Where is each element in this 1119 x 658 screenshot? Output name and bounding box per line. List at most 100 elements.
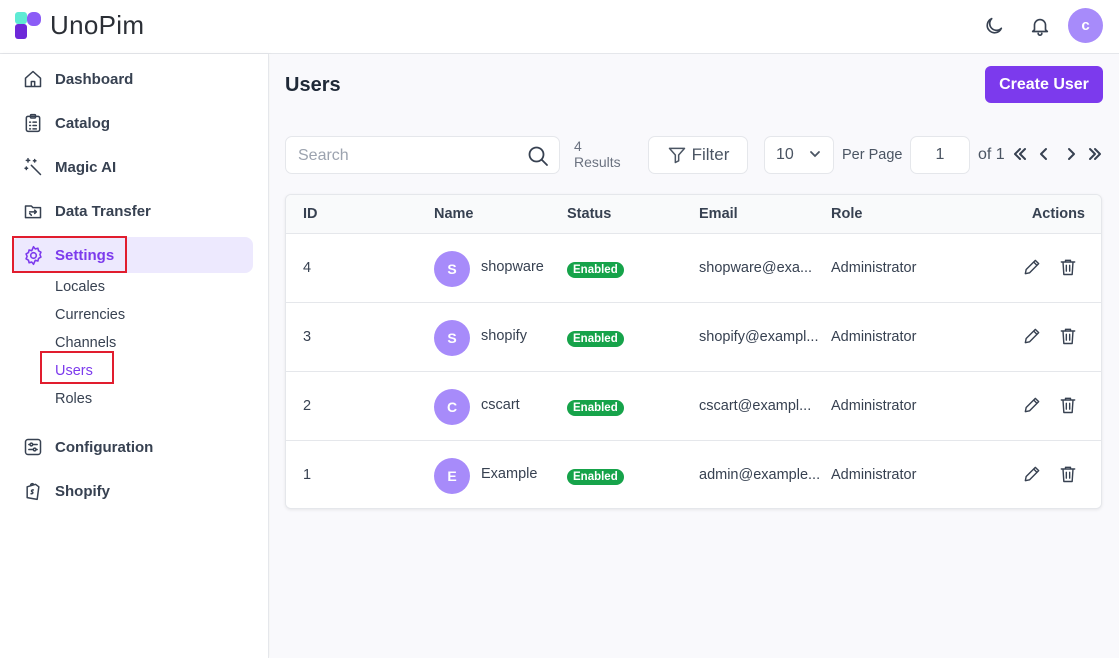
shopify-bag-icon [22, 480, 44, 502]
per-page-value: 10 [776, 146, 794, 163]
sidebar-subitem-roles[interactable]: Roles [55, 391, 92, 407]
user-name: shopware [481, 259, 544, 275]
user-email: shopware@exa... [699, 260, 813, 276]
column-header-name[interactable]: Name [434, 206, 474, 222]
sidebar-item-dashboard[interactable]: Dashboard [12, 61, 253, 97]
delete-icon[interactable] [1057, 394, 1079, 416]
sidebar-subitem-users[interactable]: Users [55, 363, 93, 379]
user-role: Administrator [831, 398, 917, 414]
sidebar-subitem-currencies[interactable]: Currencies [55, 307, 125, 323]
moon-icon[interactable] [981, 13, 1007, 39]
create-user-button[interactable]: Create User [985, 66, 1103, 103]
per-page-select[interactable]: 10 [764, 136, 834, 174]
avatar: E [434, 458, 470, 494]
user-role: Administrator [831, 467, 917, 483]
user-name: Example [481, 466, 538, 482]
avatar: S [434, 251, 470, 287]
user-email: admin@example... [699, 467, 821, 483]
search-icon[interactable] [526, 144, 550, 173]
first-page-icon[interactable] [1012, 146, 1028, 162]
sidebar-item-magic-ai[interactable]: Magic AI [12, 149, 253, 185]
user-role: Administrator [831, 260, 917, 276]
delete-icon[interactable] [1057, 256, 1079, 278]
previous-page-icon[interactable] [1036, 146, 1052, 162]
filter-button[interactable]: Filter [648, 136, 748, 174]
clipboard-list-icon [22, 112, 44, 134]
column-header-actions: Actions [1031, 206, 1085, 222]
home-icon [22, 68, 44, 90]
results-count: 4 Results [574, 138, 621, 170]
table-row: 1 E Example Enabled admin@example... Adm… [286, 441, 1101, 508]
last-page-icon[interactable] [1087, 146, 1103, 162]
sidebar-item-settings[interactable]: Settings [12, 237, 253, 273]
unopim-logo-icon [15, 11, 41, 39]
edit-icon[interactable] [1021, 325, 1043, 347]
user-name: shopify [481, 328, 527, 344]
top-header: UnoPim c [0, 0, 1119, 54]
status-badge: Enabled [567, 400, 624, 416]
results-label: Results [574, 154, 621, 170]
user-avatar[interactable]: c [1068, 8, 1103, 43]
edit-icon[interactable] [1021, 463, 1043, 485]
table-row: 3 S shopify Enabled shopify@exampl... Ad… [286, 303, 1101, 372]
user-id: 3 [303, 329, 312, 345]
main-content: Users Create User Search 4 Results Filte… [270, 54, 1119, 658]
avatar: C [434, 389, 470, 425]
bell-icon[interactable] [1027, 13, 1053, 39]
users-table: ID Name Status Email Role Actions 4 S sh… [285, 194, 1102, 509]
avatar: S [434, 320, 470, 356]
search-placeholder: Search [298, 147, 349, 164]
sidebar-item-data-transfer[interactable]: Data Transfer [12, 193, 253, 229]
gear-icon [22, 244, 44, 266]
next-page-icon[interactable] [1063, 146, 1079, 162]
user-name: cscart [481, 397, 520, 413]
user-email: shopify@exampl... [699, 329, 819, 345]
magic-wand-icon [22, 156, 44, 178]
table-row: 4 S shopware Enabled shopware@exa... Adm… [286, 234, 1101, 303]
user-id: 1 [303, 467, 312, 483]
total-pages: of 1 [978, 146, 1005, 163]
column-header-role[interactable]: Role [831, 206, 862, 222]
sidebar-subitem-channels[interactable]: Channels [55, 335, 116, 351]
sidebar-item-label: Shopify [55, 482, 110, 500]
user-role: Administrator [831, 329, 917, 345]
sliders-icon [22, 436, 44, 458]
delete-icon[interactable] [1057, 463, 1079, 485]
edit-icon[interactable] [1021, 256, 1043, 278]
filter-icon [668, 147, 685, 164]
sidebar-item-label: Data Transfer [55, 202, 151, 220]
table-header: ID Name Status Email Role Actions [286, 195, 1101, 234]
search-input[interactable]: Search [285, 136, 560, 174]
per-page-label: Per Page [842, 147, 903, 163]
sidebar-item-catalog[interactable]: Catalog [12, 105, 253, 141]
delete-icon[interactable] [1057, 325, 1079, 347]
sidebar-item-label: Dashboard [55, 70, 134, 88]
column-header-id[interactable]: ID [303, 206, 318, 222]
page-number-input[interactable] [910, 136, 970, 174]
filter-label: Filter [691, 145, 730, 164]
status-badge: Enabled [567, 331, 624, 347]
sidebar-item-label: Settings [55, 246, 115, 264]
user-id: 4 [303, 260, 312, 276]
sidebar-item-label: Magic AI [55, 158, 117, 176]
edit-icon[interactable] [1021, 394, 1043, 416]
sidebar-item-configuration[interactable]: Configuration [12, 429, 253, 465]
table-row: 2 C cscart Enabled cscart@exampl... Admi… [286, 372, 1101, 441]
sidebar-subitem-locales[interactable]: Locales [55, 279, 105, 295]
app-logo[interactable]: UnoPim [14, 10, 144, 41]
sidebar-item-label: Configuration [55, 438, 154, 456]
chevron-down-icon [810, 151, 820, 158]
column-header-status[interactable]: Status [567, 206, 611, 222]
column-header-email[interactable]: Email [699, 206, 738, 222]
app-name: UnoPim [50, 10, 145, 40]
results-number: 4 [574, 138, 582, 154]
user-email: cscart@exampl... [699, 398, 812, 414]
status-badge: Enabled [567, 469, 624, 485]
user-id: 2 [303, 398, 312, 414]
sidebar-item-label: Catalog [55, 114, 111, 132]
sidebar: Dashboard Catalog Magic AI Data Transfer… [0, 54, 269, 658]
folder-transfer-icon [22, 200, 44, 222]
page-title: Users [285, 74, 341, 96]
sidebar-item-shopify[interactable]: Shopify [12, 473, 253, 509]
status-badge: Enabled [567, 262, 624, 278]
